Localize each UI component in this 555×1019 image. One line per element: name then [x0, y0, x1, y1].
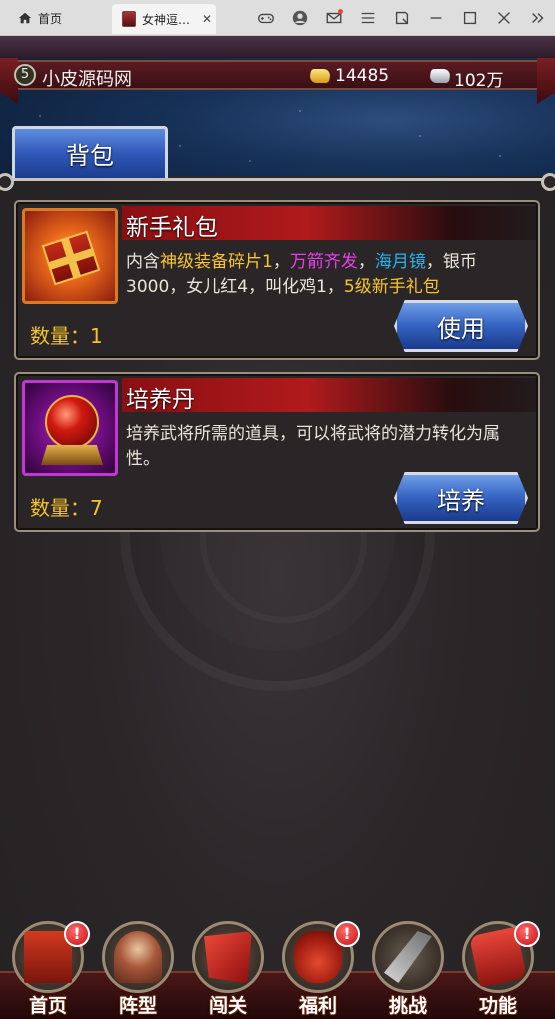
nav-welfare-label: 福利 — [298, 995, 337, 1017]
maximize-icon[interactable] — [453, 0, 487, 36]
player-level-badge: 5 — [14, 64, 36, 86]
use-button[interactable]: 使用 — [394, 300, 528, 352]
desc-text: 培养武将所需的道具，可以将武将的潜力转化为属性。 — [126, 424, 500, 469]
item-quantity: 数量：1 — [30, 324, 103, 348]
tab-bag[interactable]: 背包 — [12, 126, 168, 178]
nav-functions[interactable]: 功能 ! — [458, 915, 540, 1019]
desc-text: ， — [357, 252, 375, 272]
game-tab-title: 女神逗… — [142, 12, 191, 27]
use-button-label: 使用 — [437, 314, 485, 343]
home-tab-label: 首页 — [38, 11, 63, 26]
desc-text: ， — [272, 252, 290, 272]
game-favicon-icon — [122, 11, 136, 27]
close-window-icon[interactable] — [487, 0, 521, 36]
nav-challenge-label: 挑战 — [388, 995, 427, 1017]
inventory-item-card: 新手礼包 内含神级装备碎片1，万箭齐发，海月镜，银币3000，女儿红4，叫化鸡1… — [14, 200, 540, 360]
battle-flag-icon — [204, 931, 252, 983]
silver-ingot-icon — [428, 69, 452, 83]
alert-badge: ! — [334, 921, 360, 947]
notification-dot — [338, 9, 343, 14]
train-button-label: 培养 — [437, 486, 485, 515]
user-avatar-icon[interactable] — [283, 0, 317, 36]
item-name: 新手礼包 — [126, 215, 218, 241]
screenshot-icon[interactable] — [385, 0, 419, 36]
inventory-item-card: 培养丹 培养武将所需的道具，可以将武将的潜力转化为属性。 数量：7 培养 — [14, 372, 540, 532]
desc-highlight: 海月镜 — [374, 252, 426, 272]
double-chevron-right-icon[interactable] — [521, 0, 555, 36]
item-description: 培养武将所需的道具，可以将武将的潜力转化为属性。 — [126, 422, 526, 472]
menu-icon[interactable] — [351, 0, 385, 36]
nav-functions-label: 功能 — [478, 995, 517, 1017]
gold-ingot-icon — [308, 69, 332, 83]
item-name: 培养丹 — [126, 387, 195, 413]
desc-text: 内含 — [126, 252, 160, 272]
nav-challenge[interactable]: 挑战 — [368, 915, 448, 1019]
nav-formation[interactable]: 阵型 — [98, 915, 178, 1019]
minimize-icon[interactable] — [419, 0, 453, 36]
gamepad-icon[interactable] — [249, 0, 283, 36]
nav-home[interactable]: 首页 ! — [8, 915, 90, 1019]
nav-stage[interactable]: 闯关 — [188, 915, 268, 1019]
game-tab[interactable]: 女神逗… ✕ — [112, 4, 216, 34]
mail-icon[interactable] — [317, 0, 351, 36]
nav-formation-label: 阵型 — [118, 995, 157, 1017]
game-viewport: 5 小皮源码网 14485 102万 背包 新手礼包 内含神级装备碎片1，万箭齐… — [0, 36, 555, 1019]
gift-box-icon[interactable] — [22, 208, 118, 304]
desc-highlight: 神级装备碎片1 — [160, 252, 273, 272]
item-description: 内含神级装备碎片1，万箭齐发，海月镜，银币3000，女儿红4，叫化鸡1，5级新手… — [126, 250, 526, 300]
gold-amount: 14485 — [335, 66, 390, 86]
desc-highlight: 5级新手礼包 — [343, 277, 440, 297]
bottom-nav: 首页 ! 阵型 闯关 福利 ! 挑战 功能 ! — [0, 909, 555, 1019]
player-name: 小皮源码网 — [42, 69, 132, 90]
alert-badge: ! — [64, 921, 90, 947]
home-tab[interactable]: 首页 — [8, 6, 62, 30]
red-orb-icon[interactable] — [22, 380, 118, 476]
train-button[interactable]: 培养 — [394, 472, 528, 524]
close-tab-icon[interactable]: ✕ — [202, 12, 212, 26]
desc-highlight: 万箭齐发 — [289, 252, 358, 272]
home-icon — [18, 12, 32, 24]
warrior-icon — [114, 931, 162, 983]
nav-welfare[interactable]: 福利 ! — [278, 915, 360, 1019]
silver-amount: 102万 — [454, 71, 504, 91]
nav-stage-label: 闯关 — [208, 995, 247, 1017]
tab-bag-label: 背包 — [66, 142, 114, 170]
browser-title-bar: 首页 女神逗… ✕ — [0, 0, 555, 36]
nav-home-label: 首页 — [28, 995, 67, 1017]
item-quantity: 数量：7 — [30, 496, 103, 520]
alert-badge: ! — [514, 921, 540, 947]
player-info-bar: 5 小皮源码网 14485 102万 — [0, 58, 555, 104]
